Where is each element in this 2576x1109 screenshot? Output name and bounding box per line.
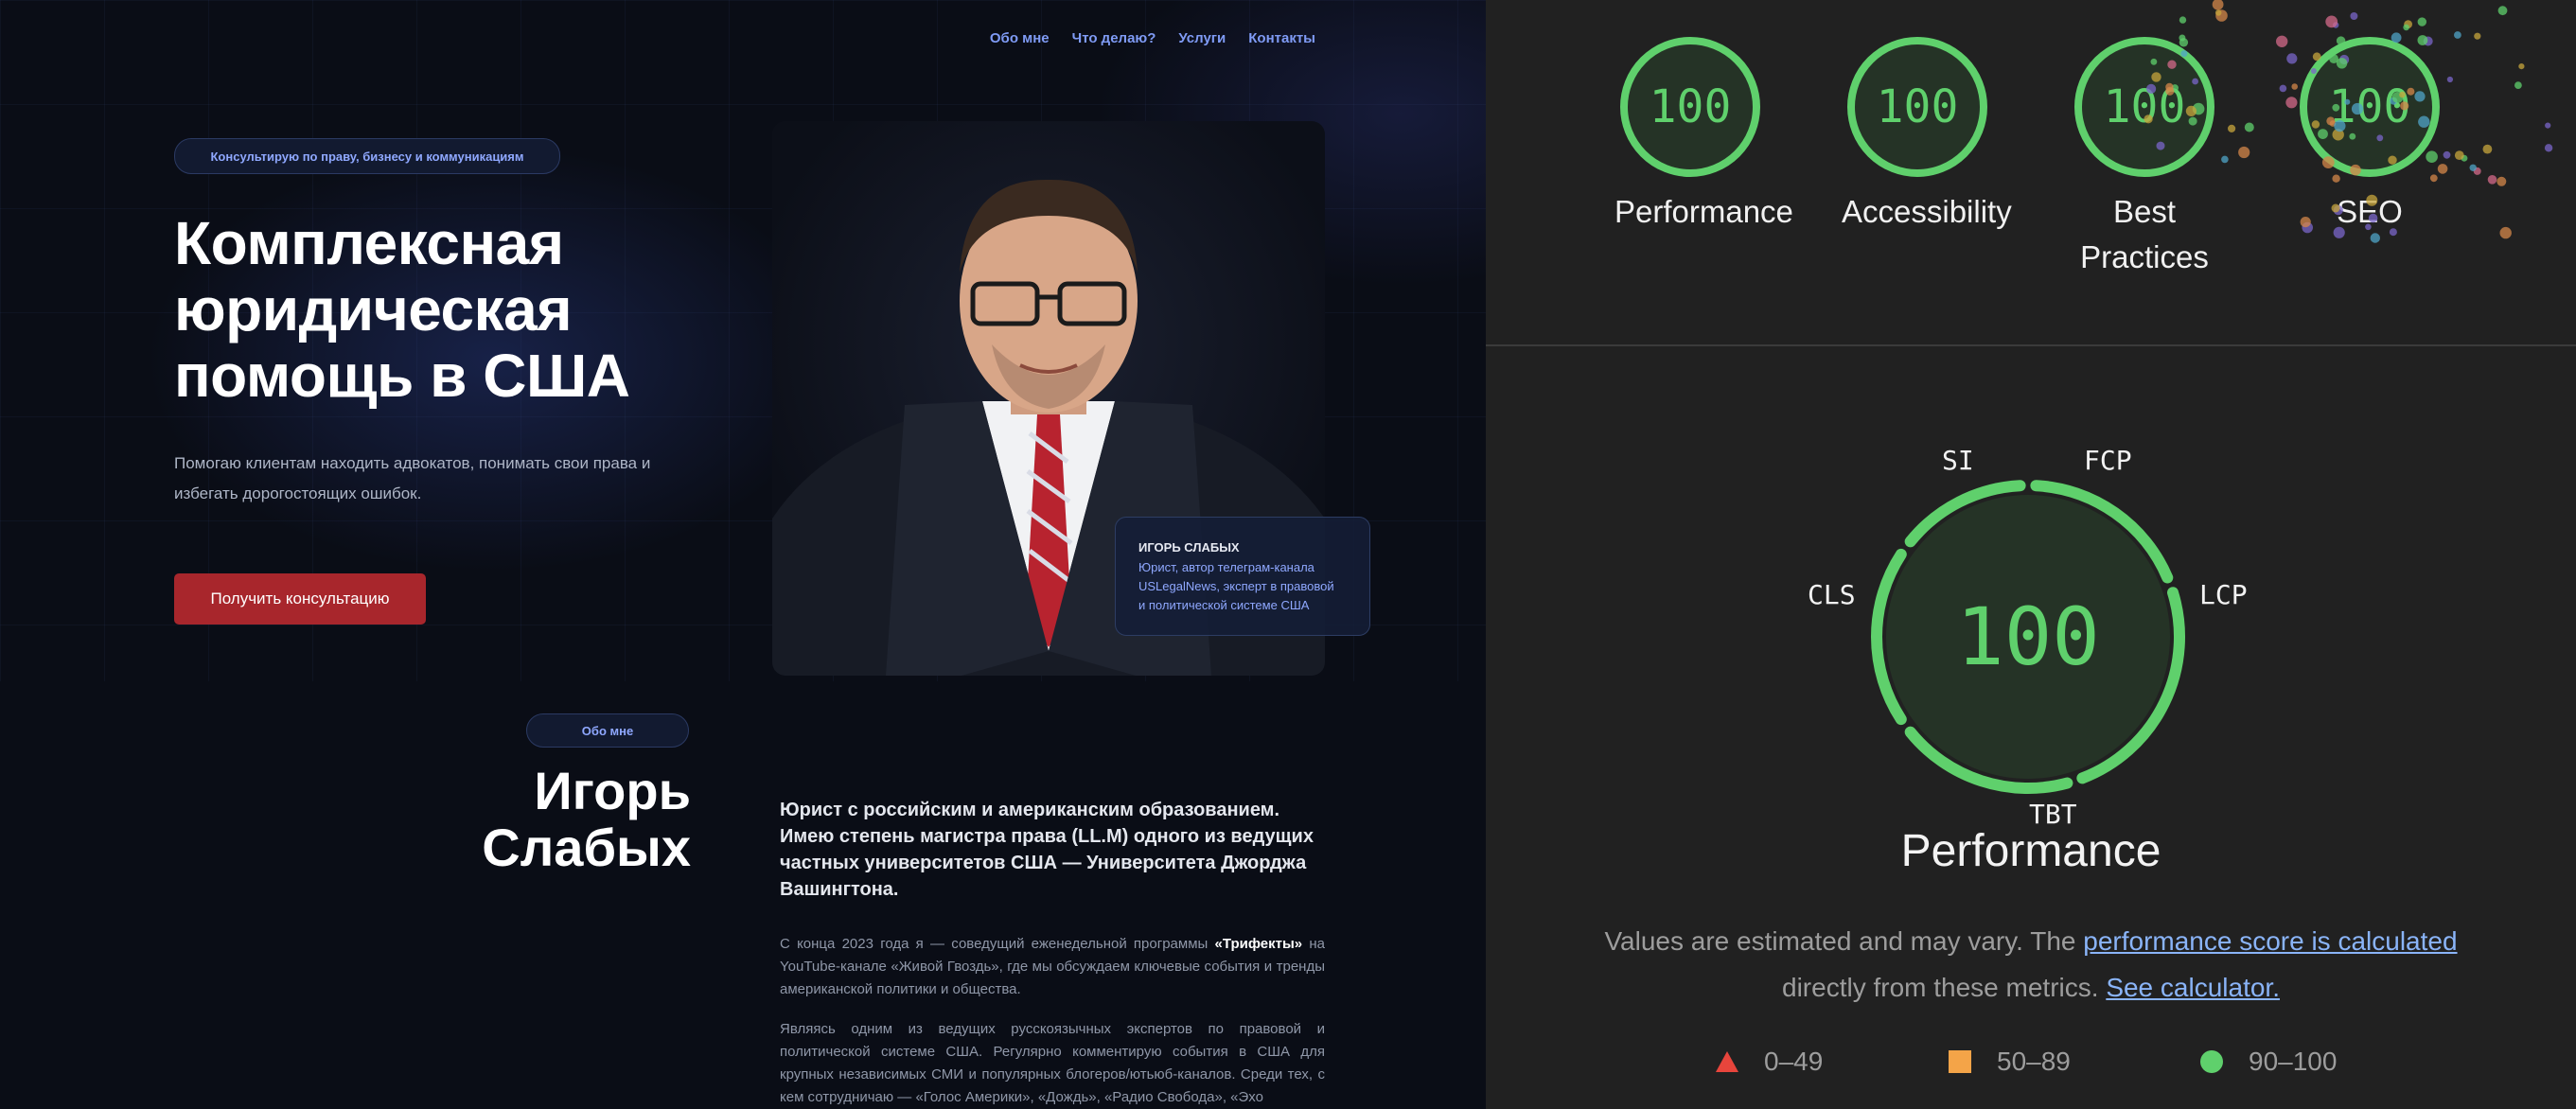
nav-contacts[interactable]: Контакты xyxy=(1248,30,1315,46)
legend-label: 50–89 xyxy=(1997,1047,2071,1076)
site-nav: Обо мне Что делаю? Услуги Контакты xyxy=(990,30,1315,46)
lighthouse-report: 100 Performance 100 Accessibility 100 Be… xyxy=(1486,0,2576,1109)
gauge-best-practices[interactable]: 100 Best Practices xyxy=(2067,36,2222,280)
confetti-dot xyxy=(2544,144,2553,152)
note-text: directly from these metrics. xyxy=(1782,973,2107,1002)
gauge-ring: 100 xyxy=(1619,36,1761,178)
about-paragraph: Являясь одним из ведущих русскоязычных э… xyxy=(780,1021,1325,1105)
metric-cls-label: CLS xyxy=(1808,579,1856,610)
caption-desc-line: USLegalNews, эксперт в правовой xyxy=(1138,579,1334,593)
consultation-button[interactable]: Получить консультацию xyxy=(174,573,426,625)
gauge-score: 100 xyxy=(2103,80,2186,133)
confetti-dot xyxy=(2499,226,2512,239)
gauge-performance[interactable]: 100 Performance xyxy=(1614,36,1793,235)
confetti-dot xyxy=(2238,146,2250,159)
gauge-ring: 100 xyxy=(2073,36,2215,178)
website-preview: Обо мне Что делаю? Услуги Контакты Консу… xyxy=(0,0,1486,1109)
gauge-score: 100 xyxy=(1649,80,1732,133)
nav-services[interactable]: Услуги xyxy=(1178,30,1226,46)
confetti-dot xyxy=(2221,155,2229,164)
legend-label: 0–49 xyxy=(1764,1047,1824,1076)
program-name: «Трифекты» xyxy=(1214,936,1303,952)
metric-lcp-label: LCP xyxy=(2199,579,2248,610)
hero-title-line: помощь в США xyxy=(174,342,630,410)
gauge-label: Accessibility xyxy=(1842,194,2012,229)
confetti-dot xyxy=(2179,16,2187,24)
gauge-label: SEO xyxy=(2337,194,2403,229)
confetti-dot xyxy=(2454,31,2461,39)
portrait-caption: ИГОРЬ СЛАБЫХ Юрист, автор телеграм-канал… xyxy=(1115,517,1370,636)
confetti-dot xyxy=(2446,76,2453,83)
legend-pass: 90–100 xyxy=(2199,1047,2337,1077)
confetti-dot xyxy=(2469,164,2477,171)
confetti-dot xyxy=(2482,144,2493,154)
confetti-dot xyxy=(2212,0,2224,10)
hero-title-line: юридическая xyxy=(174,275,573,343)
gauge-accessibility[interactable]: 100 Accessibility xyxy=(1842,36,2012,235)
confetti-dot xyxy=(2404,20,2412,28)
legend-fail: 0–49 xyxy=(1715,1047,1823,1077)
square-icon xyxy=(1949,1050,1971,1073)
caption-name: ИГОРЬ СЛАБЫХ xyxy=(1138,540,1240,554)
confetti-dot xyxy=(2518,63,2525,70)
score-calculation-link[interactable]: performance score is calculated xyxy=(2083,926,2457,956)
calculator-link[interactable]: See calculator. xyxy=(2106,973,2280,1002)
paragraph-text: С конца 2023 года я — соведущий еженедел… xyxy=(780,936,1215,952)
confetti-dot xyxy=(2350,12,2358,20)
gauge-ring: 100 xyxy=(1846,36,1988,178)
triangle-icon xyxy=(1716,1051,1738,1072)
metric-fcp-label: FCP xyxy=(2084,445,2132,476)
confetti-dot xyxy=(2474,32,2481,40)
note-text: Values are estimated and may vary. The xyxy=(1604,926,2084,956)
gauge-score: 100 xyxy=(2328,80,2411,133)
performance-title: Performance xyxy=(1900,826,2161,876)
confetti-dot xyxy=(2215,9,2228,22)
nav-about[interactable]: Обо мне xyxy=(990,30,1050,46)
hero-title-line: Комплексная xyxy=(174,209,564,277)
hero-subtitle-line: Помогаю клиентам находить адвокатов, пон… xyxy=(174,454,651,472)
about-paragraph: С конца 2023 года я — соведущий еженедел… xyxy=(780,933,1325,1001)
legend-label: 90–100 xyxy=(2249,1047,2338,1076)
hero-subtitle: Помогаю клиентам находить адвокатов, пон… xyxy=(174,449,666,509)
confetti-dot xyxy=(2473,167,2481,175)
confetti-dot xyxy=(2461,154,2468,162)
confetti-dot xyxy=(2333,22,2339,28)
hero-badge: Консультирую по праву, бизнесу и коммуни… xyxy=(174,138,560,174)
about-name: Игорь Слабых xyxy=(445,763,691,876)
gauge-label: Performance xyxy=(1614,194,1793,229)
confetti-dot xyxy=(2276,35,2288,47)
section-divider xyxy=(1486,344,2576,346)
confetti-dot xyxy=(2325,15,2338,28)
hero-title: Комплексная юридическая помощь в США xyxy=(174,210,780,409)
caption-desc-line: и политической системе США xyxy=(1138,598,1310,612)
circle-icon xyxy=(2200,1050,2223,1073)
caption-desc-line: Юрист, автор телеграм-канала xyxy=(1138,560,1314,574)
confetti-dot xyxy=(2454,150,2464,161)
confetti-dot xyxy=(2403,24,2409,31)
confetti-dot xyxy=(2244,122,2254,132)
gauge-ring: 100 xyxy=(2299,36,2441,178)
gauge-label: Best Practices xyxy=(2080,194,2209,274)
about-name-line: Игорь xyxy=(534,761,691,820)
confetti-dot xyxy=(2497,6,2508,16)
about-lead: Юрист с российским и американским образо… xyxy=(780,800,1314,900)
confetti-dot xyxy=(2487,175,2497,185)
metric-si-label: SI xyxy=(1942,445,1974,476)
estimate-note: Values are estimated and may vary. The p… xyxy=(1543,918,2519,1011)
confetti-dot xyxy=(2514,81,2522,89)
confetti-dot xyxy=(2228,124,2236,132)
confetti-dot xyxy=(2497,176,2507,186)
confetti-dot xyxy=(2417,17,2426,26)
confetti-dot xyxy=(2214,9,2222,16)
nav-what-i-do[interactable]: Что делаю? xyxy=(1072,30,1156,46)
performance-score: 100 xyxy=(1956,590,2100,683)
about-badge: Обо мне xyxy=(526,713,689,748)
confetti-dot xyxy=(2279,84,2287,93)
confetti-dot xyxy=(2545,122,2551,129)
legend-average: 50–89 xyxy=(1948,1047,2071,1077)
about-name-line: Слабых xyxy=(482,818,691,877)
gauge-score: 100 xyxy=(1876,80,1959,133)
gauge-seo[interactable]: 100 SEO xyxy=(2294,36,2445,235)
hero-subtitle-line: избегать дорогостоящих ошибок. xyxy=(174,484,422,502)
